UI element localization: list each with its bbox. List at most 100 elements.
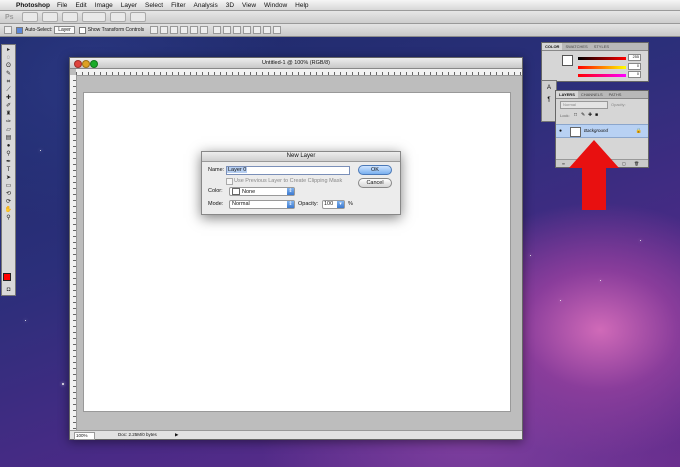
blue-slider[interactable] — [578, 74, 626, 77]
align-left-icon[interactable] — [180, 26, 189, 34]
lock-position-icon[interactable]: ✚ — [588, 112, 592, 118]
link-layers-icon[interactable]: ∞ — [562, 161, 565, 166]
menu-view[interactable]: View — [242, 2, 256, 9]
align-vcenter-icon[interactable] — [160, 26, 169, 34]
distribute-vcenter-icon[interactable] — [223, 26, 232, 34]
pen-tool-icon[interactable]: ✒ — [4, 159, 13, 165]
tab-color[interactable]: COLOR — [542, 43, 563, 50]
foreground-color-swatch[interactable] — [3, 273, 11, 281]
color-select[interactable]: None ⇕ — [229, 187, 295, 196]
align-top-icon[interactable] — [150, 26, 159, 34]
arrange-documents-button[interactable] — [109, 12, 126, 22]
new-layer-icon[interactable]: ▢ — [622, 161, 626, 166]
menu-layer[interactable]: Layer — [121, 2, 137, 9]
horizontal-ruler[interactable] — [76, 69, 522, 76]
layer-row-background[interactable]: ● Background 🔒 — [556, 124, 648, 138]
minimize-window-button[interactable] — [82, 60, 90, 68]
tab-styles[interactable]: STYLES — [591, 43, 612, 50]
menu-help[interactable]: Help — [295, 2, 308, 9]
3d-rotate-tool-icon[interactable]: ⟲ — [4, 191, 13, 197]
lock-image-icon[interactable]: ✎ — [581, 112, 585, 118]
layer-name[interactable]: Background — [584, 128, 608, 133]
auto-select-checkbox[interactable] — [16, 26, 23, 34]
distribute-right-icon[interactable] — [263, 26, 272, 34]
brush-tool-icon[interactable]: ✐ — [4, 103, 13, 109]
eyedropper-tool-icon[interactable]: ⟋ — [4, 87, 13, 93]
trash-icon[interactable]: 🗑 — [634, 161, 639, 166]
auto-select-dropdown[interactable]: Layer — [54, 26, 75, 34]
red-value[interactable]: 255 — [628, 54, 641, 61]
mode-select[interactable]: Normal ⇕ — [229, 200, 295, 209]
chevron-down-icon[interactable]: ▾ — [337, 201, 344, 208]
cancel-button[interactable]: Cancel — [358, 178, 392, 188]
dodge-tool-icon[interactable]: ⚲ — [4, 151, 13, 157]
tab-swatches[interactable]: SWATCHES — [562, 43, 590, 50]
red-slider[interactable] — [578, 57, 626, 60]
menu-3d[interactable]: 3D — [226, 2, 234, 9]
path-selection-tool-icon[interactable]: ➤ — [4, 175, 13, 181]
vertical-ruler[interactable] — [70, 75, 77, 431]
close-window-button[interactable] — [74, 60, 82, 68]
clone-stamp-tool-icon[interactable]: ♜ — [4, 111, 13, 117]
shape-tool-icon[interactable]: ▭ — [4, 183, 13, 189]
zoom-field[interactable]: 100% — [74, 432, 95, 440]
quick-mask-icon[interactable]: ◘ — [4, 287, 13, 293]
menu-app-name[interactable]: Photoshop — [16, 2, 50, 9]
menu-window[interactable]: Window — [264, 2, 287, 9]
zoom-tool-icon[interactable]: ⚲ — [4, 215, 13, 221]
quick-selection-tool-icon[interactable]: ✎ — [4, 71, 13, 77]
menu-file[interactable]: File — [57, 2, 67, 9]
lock-transparent-icon[interactable]: □ — [574, 112, 577, 118]
zoom-window-button[interactable] — [90, 60, 98, 68]
lasso-tool-icon[interactable]: ʘ — [4, 63, 13, 69]
lock-all-icon[interactable]: ■ — [595, 112, 598, 118]
distribute-top-icon[interactable] — [213, 26, 222, 34]
type-tool-icon[interactable]: T — [4, 167, 13, 173]
distribute-left-icon[interactable] — [243, 26, 252, 34]
distribute-hcenter-icon[interactable] — [253, 26, 262, 34]
tab-paths[interactable]: PATHS — [606, 91, 625, 98]
menu-select[interactable]: Select — [145, 2, 163, 9]
move-tool-preset-icon[interactable] — [4, 26, 12, 34]
marquee-tool-icon[interactable]: ◌ — [4, 55, 13, 61]
eraser-tool-icon[interactable]: ▱ — [4, 127, 13, 133]
menu-filter[interactable]: Filter — [171, 2, 185, 9]
ok-button[interactable]: OK — [358, 165, 392, 175]
document-canvas[interactable] — [84, 93, 510, 411]
crop-tool-icon[interactable]: ⌗ — [4, 79, 13, 85]
align-right-icon[interactable] — [200, 26, 209, 34]
align-hcenter-icon[interactable] — [190, 26, 199, 34]
3d-orbit-tool-icon[interactable]: ⟳ — [4, 199, 13, 205]
healing-brush-tool-icon[interactable]: ✚ — [4, 95, 13, 101]
screen-mode-button[interactable] — [129, 12, 146, 22]
view-extras-button[interactable] — [61, 12, 78, 22]
bridge-button[interactable] — [21, 12, 38, 22]
menu-analysis[interactable]: Analysis — [194, 2, 218, 9]
status-menu-arrow-icon[interactable]: ▶ — [175, 431, 178, 439]
menu-image[interactable]: Image — [95, 2, 113, 9]
auto-align-icon[interactable] — [273, 26, 282, 34]
history-brush-tool-icon[interactable]: ✑ — [4, 119, 13, 125]
tab-channels[interactable]: CHANNELS — [578, 91, 606, 98]
move-tool-icon[interactable]: ▸ — [4, 47, 13, 53]
opacity-field[interactable]: 100 ▾ — [322, 200, 345, 209]
gradient-tool-icon[interactable]: ▤ — [4, 135, 13, 141]
distribute-bottom-icon[interactable] — [233, 26, 242, 34]
clipping-mask-checkbox[interactable] — [226, 178, 233, 185]
green-value[interactable]: 0 — [628, 63, 641, 70]
align-bottom-icon[interactable] — [170, 26, 179, 34]
color-preview-swatch[interactable] — [562, 55, 573, 66]
blue-value[interactable]: 0 — [628, 71, 641, 78]
layer-name-input[interactable]: Layer 0 — [226, 166, 350, 175]
eye-visibility-icon[interactable]: ● — [559, 128, 562, 134]
blend-mode-dropdown[interactable]: Normal — [560, 101, 608, 109]
green-slider[interactable] — [578, 66, 626, 69]
hand-tool-icon[interactable]: ✋ — [4, 207, 13, 213]
menu-edit[interactable]: Edit — [75, 2, 86, 9]
mini-bridge-button[interactable] — [41, 12, 58, 22]
blur-tool-icon[interactable]: ● — [4, 143, 13, 149]
zoom-level-button[interactable] — [81, 12, 106, 22]
paragraph-panel-icon[interactable]: ¶ — [542, 97, 556, 103]
tab-layers[interactable]: LAYERS — [556, 91, 578, 98]
show-transform-controls-checkbox[interactable] — [78, 26, 86, 34]
